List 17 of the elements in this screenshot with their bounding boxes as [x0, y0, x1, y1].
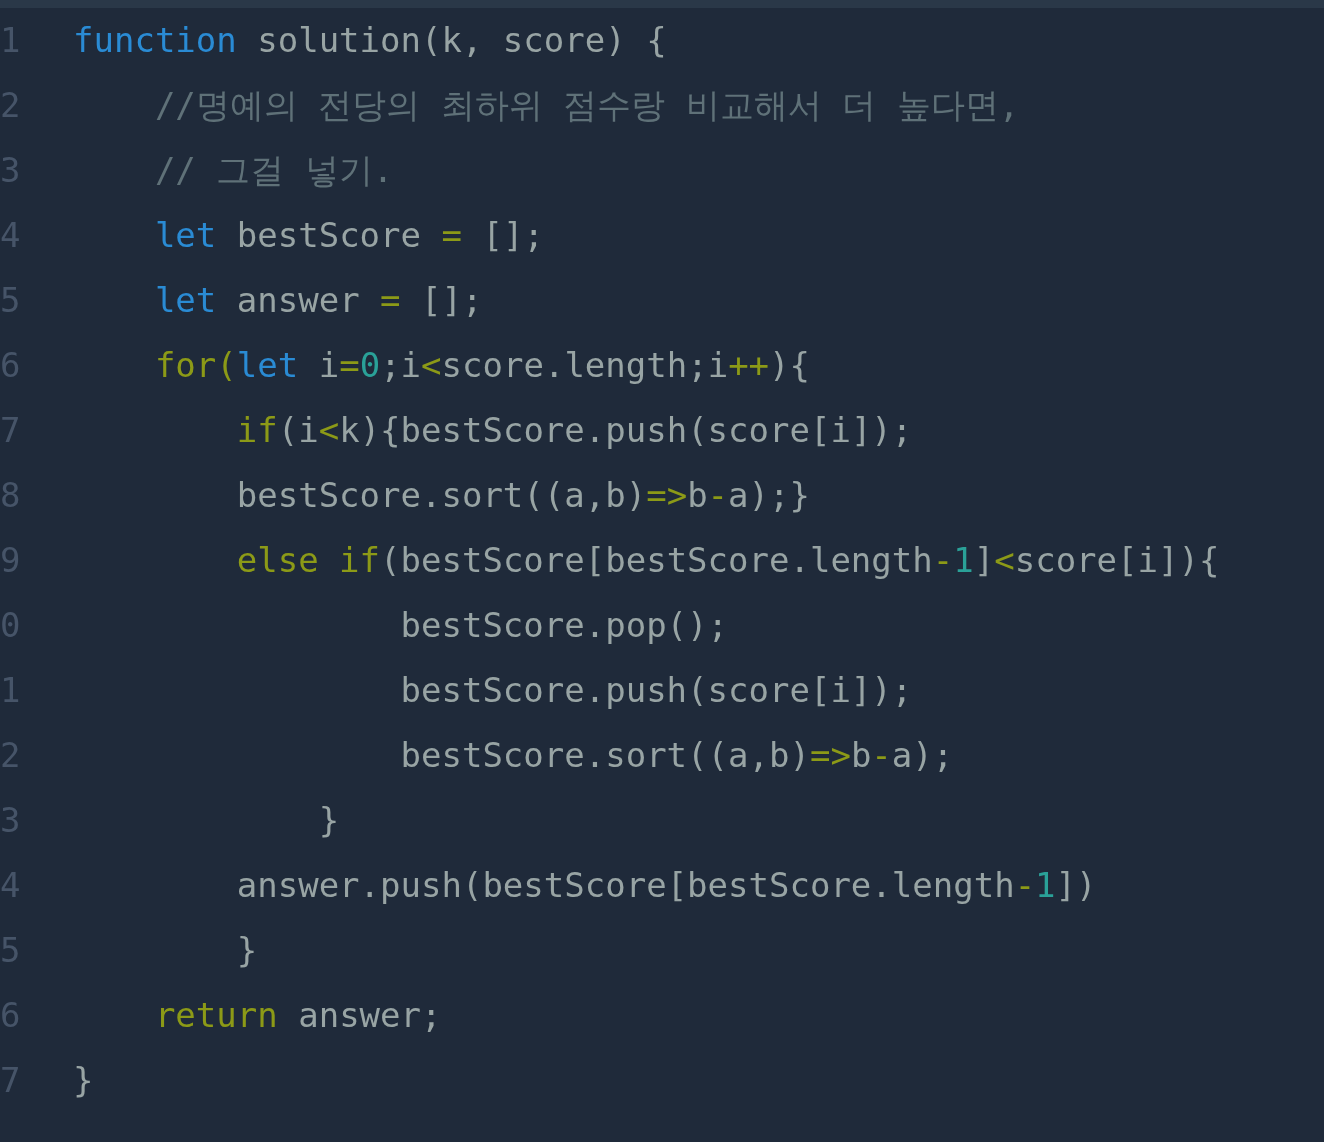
code-line: bestScore.sort((a,b)=>b-a);: [400, 734, 954, 777]
code-line: let bestScore = [];: [154, 214, 544, 257]
code-line: // 그걸 넣기.: [154, 149, 394, 192]
code-line: for(let i=0;i<score.length;i++){: [154, 344, 811, 387]
code-line: let answer = [];: [154, 279, 483, 322]
code-line: function solution(k, score) {: [73, 19, 667, 62]
code-line: }: [236, 929, 258, 972]
code-line: else if(bestScore[bestScore.length-1]<score[i]){: [236, 539, 1220, 582]
code-line: //명예의 전당의 최하위 점수랑 비교해서 더 높다면,: [154, 84, 1020, 127]
code-line: }: [318, 799, 340, 842]
code-line: answer.push(bestScore[bestScore.length-1]): [236, 864, 1097, 907]
code-line: bestScore.pop();: [400, 604, 729, 647]
code-line: }: [73, 1059, 94, 1102]
code-line: if(i<k){bestScore.push(score[i]);: [236, 409, 913, 452]
code-line: bestScore.sort((a,b)=>b-a);}: [236, 474, 810, 517]
code-line: bestScore.push(score[i]);: [400, 669, 913, 712]
code-line: return answer;: [154, 994, 442, 1037]
